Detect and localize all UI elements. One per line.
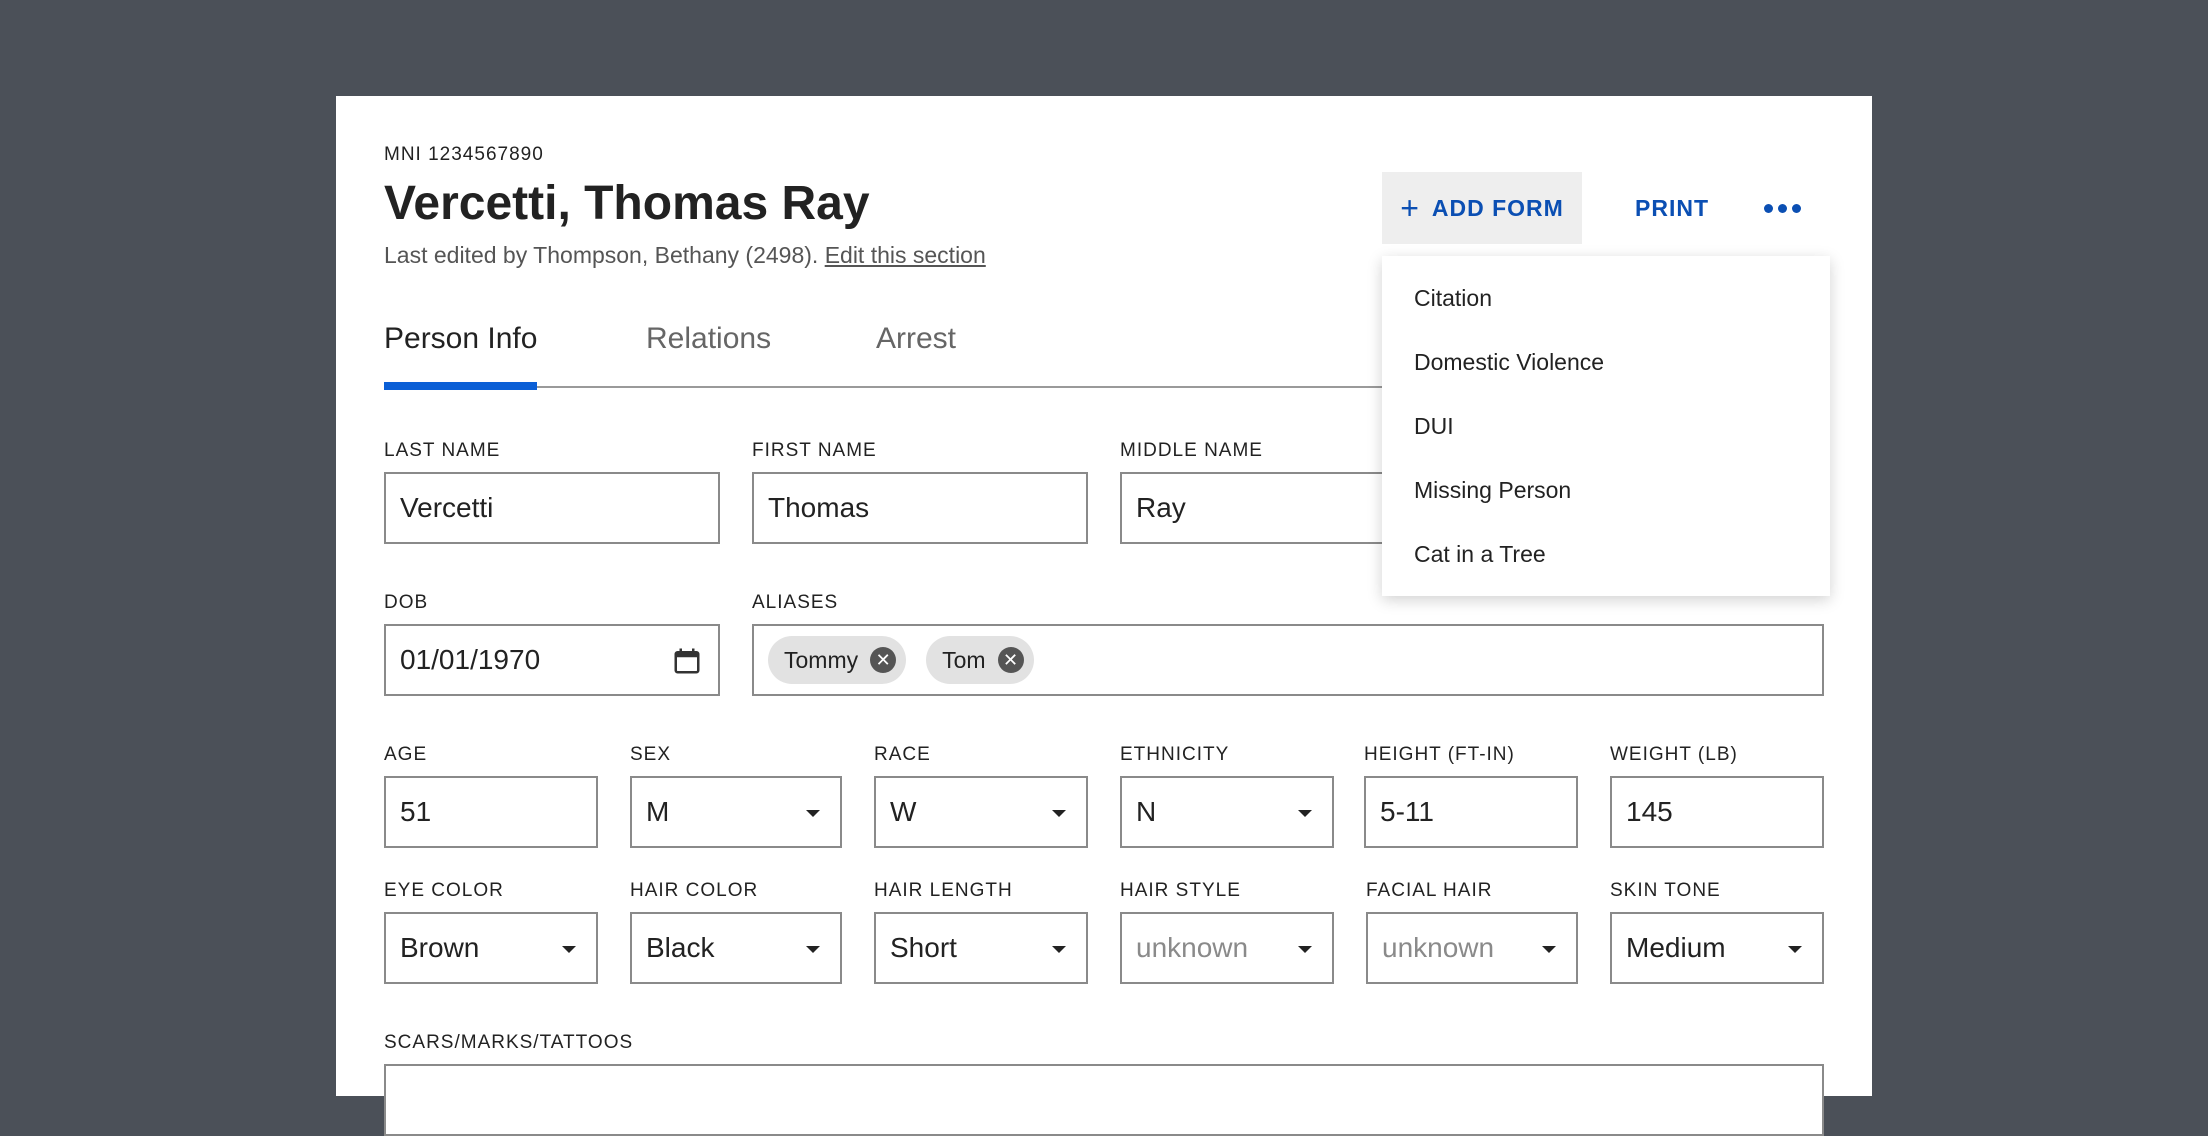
plus-icon: + bbox=[1400, 190, 1420, 226]
scars-label: SCARS/MARKS/TATTOOS bbox=[384, 1032, 634, 1053]
more-dot bbox=[1791, 203, 1801, 213]
dob-field[interactable]: 01/01/1970 bbox=[384, 624, 720, 696]
chevron-down-icon bbox=[806, 810, 820, 817]
eye-color-select[interactable]: Brown bbox=[384, 912, 598, 984]
height-label: HEIGHT (FT-IN) bbox=[1364, 744, 1515, 765]
age-field[interactable]: 51 bbox=[384, 776, 598, 848]
weight-field[interactable]: 145 bbox=[1610, 776, 1824, 848]
chevron-down-icon bbox=[1542, 946, 1556, 953]
hair-length-value: Short bbox=[890, 932, 957, 963]
last-edited-text: Last edited by Thompson, Bethany (2498).… bbox=[384, 242, 986, 269]
alias-chip: Tommy ✕ bbox=[768, 636, 907, 684]
chevron-down-icon bbox=[1298, 946, 1312, 953]
calendar-icon[interactable] bbox=[672, 646, 702, 676]
last-name-field[interactable]: Vercetti bbox=[384, 472, 720, 544]
last-edited-label: Last edited by Thompson, Bethany (2498). bbox=[384, 242, 819, 268]
scars-field[interactable] bbox=[384, 1064, 1824, 1136]
hair-style-placeholder: unknown bbox=[1136, 932, 1249, 963]
first-name-value: Thomas bbox=[768, 492, 870, 523]
menu-item-dui[interactable]: DUI bbox=[1382, 394, 1830, 458]
dob-label: DOB bbox=[384, 592, 429, 613]
tab-person-info[interactable]: Person Info bbox=[384, 306, 538, 390]
alias-chip-label: Tommy bbox=[784, 646, 859, 673]
sex-select[interactable]: M bbox=[630, 776, 842, 848]
hair-style-select[interactable]: unknown bbox=[1120, 912, 1334, 984]
sex-value: M bbox=[646, 796, 670, 827]
edit-section-link[interactable]: Edit this section bbox=[825, 242, 986, 268]
first-name-label: FIRST NAME bbox=[752, 440, 877, 461]
alias-chip: Tom ✕ bbox=[926, 636, 1034, 684]
page-title: Vercetti, Thomas Ray bbox=[384, 177, 870, 230]
last-name-label: LAST NAME bbox=[384, 440, 501, 461]
remove-chip-icon[interactable]: ✕ bbox=[997, 647, 1024, 673]
middle-name-value: Ray bbox=[1136, 492, 1186, 523]
aliases-label: ALIASES bbox=[752, 592, 839, 613]
facial-hair-select[interactable]: unknown bbox=[1366, 912, 1578, 984]
race-select[interactable]: W bbox=[874, 776, 1088, 848]
hair-color-label: HAIR COLOR bbox=[630, 880, 759, 901]
add-form-button[interactable]: + ADD FORM bbox=[1382, 172, 1582, 244]
alias-chip-label: Tom bbox=[942, 646, 986, 673]
weight-value: 145 bbox=[1626, 796, 1673, 827]
mni-number: MNI 1234567890 bbox=[384, 144, 544, 165]
chevron-down-icon bbox=[1052, 810, 1066, 817]
race-value: W bbox=[890, 796, 917, 827]
remove-chip-icon[interactable]: ✕ bbox=[870, 647, 897, 673]
skin-tone-label: SKIN TONE bbox=[1610, 880, 1721, 901]
sex-label: SEX bbox=[630, 744, 672, 765]
chevron-down-icon bbox=[1052, 946, 1066, 953]
tab-arrest[interactable]: Arrest bbox=[876, 306, 956, 388]
dob-value: 01/01/1970 bbox=[400, 644, 541, 675]
ethnicity-value: N bbox=[1136, 796, 1157, 827]
hair-length-select[interactable]: Short bbox=[874, 912, 1088, 984]
race-label: RACE bbox=[874, 744, 931, 765]
middle-name-label: MIDDLE NAME bbox=[1120, 440, 1263, 461]
hair-color-select[interactable]: Black bbox=[630, 912, 842, 984]
ethnicity-label: ETHNICITY bbox=[1120, 744, 1230, 765]
print-button[interactable]: PRINT bbox=[1612, 172, 1732, 244]
facial-hair-label: FACIAL HAIR bbox=[1366, 880, 1493, 901]
eye-color-label: EYE COLOR bbox=[384, 880, 504, 901]
more-options-button[interactable] bbox=[1754, 180, 1810, 236]
add-form-label: ADD FORM bbox=[1431, 194, 1564, 221]
chevron-down-icon bbox=[806, 946, 820, 953]
ethnicity-select[interactable]: N bbox=[1120, 776, 1334, 848]
skin-tone-select[interactable]: Medium bbox=[1610, 912, 1824, 984]
chevron-down-icon bbox=[1788, 946, 1802, 953]
menu-item-cat-in-a-tree[interactable]: Cat in a Tree bbox=[1382, 522, 1830, 586]
hair-style-label: HAIR STYLE bbox=[1120, 880, 1241, 901]
weight-label: WEIGHT (LB) bbox=[1610, 744, 1738, 765]
first-name-field[interactable]: Thomas bbox=[752, 472, 1088, 544]
aliases-field[interactable]: Tommy ✕ Tom ✕ bbox=[752, 624, 1824, 696]
height-field[interactable]: 5-11 bbox=[1364, 776, 1578, 848]
menu-item-domestic-violence[interactable]: Domestic Violence bbox=[1382, 330, 1830, 394]
age-value: 51 bbox=[400, 796, 432, 827]
menu-item-citation[interactable]: Citation bbox=[1382, 266, 1830, 330]
record-card: MNI 1234567890 Vercetti, Thomas Ray Last… bbox=[336, 96, 1872, 1136]
last-name-value: Vercetti bbox=[400, 492, 494, 523]
skin-tone-value: Medium bbox=[1626, 932, 1726, 963]
add-form-menu: Citation Domestic Violence DUI Missing P… bbox=[1382, 256, 1830, 596]
height-value: 5-11 bbox=[1380, 796, 1434, 827]
chevron-down-icon bbox=[562, 946, 576, 953]
facial-hair-placeholder: unknown bbox=[1382, 932, 1495, 963]
more-dot bbox=[1777, 203, 1787, 213]
tab-relations[interactable]: Relations bbox=[646, 306, 771, 388]
hair-length-label: HAIR LENGTH bbox=[874, 880, 1013, 901]
age-label: AGE bbox=[384, 744, 428, 765]
chevron-down-icon bbox=[1298, 810, 1312, 817]
menu-item-missing-person[interactable]: Missing Person bbox=[1382, 458, 1830, 522]
eye-color-value: Brown bbox=[400, 932, 480, 963]
more-horizontal-icon bbox=[1763, 203, 1773, 213]
hair-color-value: Black bbox=[646, 932, 715, 963]
